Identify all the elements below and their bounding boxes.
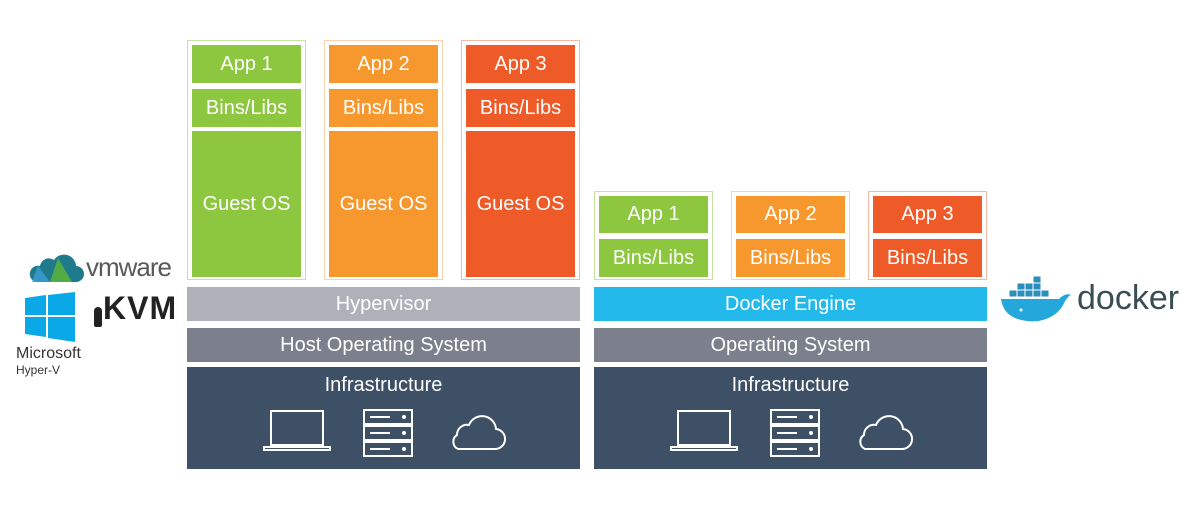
kvm-logo: KVM [94, 290, 177, 327]
docker-logo: docker [995, 272, 1179, 324]
bins-libs-block: Bins/Libs [873, 239, 982, 277]
docker-text: docker [1077, 278, 1180, 317]
app-block: App 3 [466, 45, 575, 83]
bins-libs-block: Bins/Libs [329, 89, 438, 127]
server-icon [769, 409, 820, 457]
container-2: App 2 Bins/Libs [731, 191, 850, 280]
guest-os-block: Guest OS [329, 131, 438, 277]
container-3: App 3 Bins/Libs [868, 191, 987, 280]
app-block: App 2 [736, 196, 845, 233]
host-os-layer: Host Operating System [187, 328, 580, 362]
windows-icon [25, 292, 75, 342]
bins-libs-block: Bins/Libs [192, 89, 301, 127]
app-block: App 3 [873, 196, 982, 233]
vmware-cloud-icon [29, 254, 84, 282]
server-icon [362, 409, 413, 457]
guest-os-block: Guest OS [192, 131, 301, 277]
infrastructure-label: Infrastructure [324, 374, 443, 396]
laptop-icon [669, 410, 738, 451]
cloud-icon [451, 415, 506, 451]
bins-libs-block: Bins/Libs [466, 89, 575, 127]
bins-libs-block: Bins/Libs [736, 239, 845, 277]
docker-whale-icon [1001, 275, 1071, 322]
bins-libs-block: Bins/Libs [599, 239, 708, 277]
app-block: App 1 [192, 45, 301, 83]
docker-engine-layer: Docker Engine [594, 287, 987, 321]
hyper-v-text: Hyper-V [16, 363, 61, 377]
app-block: App 1 [599, 196, 708, 233]
vm-column-1: App 1 Bins/Libs Guest OS [187, 40, 306, 280]
operating-system-layer: Operating System [594, 328, 987, 362]
tux-icon [94, 307, 102, 327]
docker-infrastructure-layer: Infrastructure [594, 367, 987, 469]
guest-os-block: Guest OS [466, 131, 575, 277]
hypervisor-layer: Hypervisor [187, 287, 580, 321]
laptop-icon [262, 410, 331, 451]
vm-column-3: App 3 Bins/Libs Guest OS [461, 40, 580, 280]
vmware-text: vmware [86, 251, 172, 282]
vm-column-2: App 2 Bins/Libs Guest OS [324, 40, 443, 280]
vm-infrastructure-layer: Infrastructure [187, 367, 580, 469]
cloud-icon [858, 415, 913, 451]
app-block: App 2 [329, 45, 438, 83]
kvm-text: KVM [103, 290, 178, 326]
infrastructure-label: Infrastructure [731, 374, 850, 396]
vmware-logo: vmware [28, 250, 172, 284]
microsoft-text: Microsoft [16, 345, 81, 362]
container-1: App 1 Bins/Libs [594, 191, 713, 280]
